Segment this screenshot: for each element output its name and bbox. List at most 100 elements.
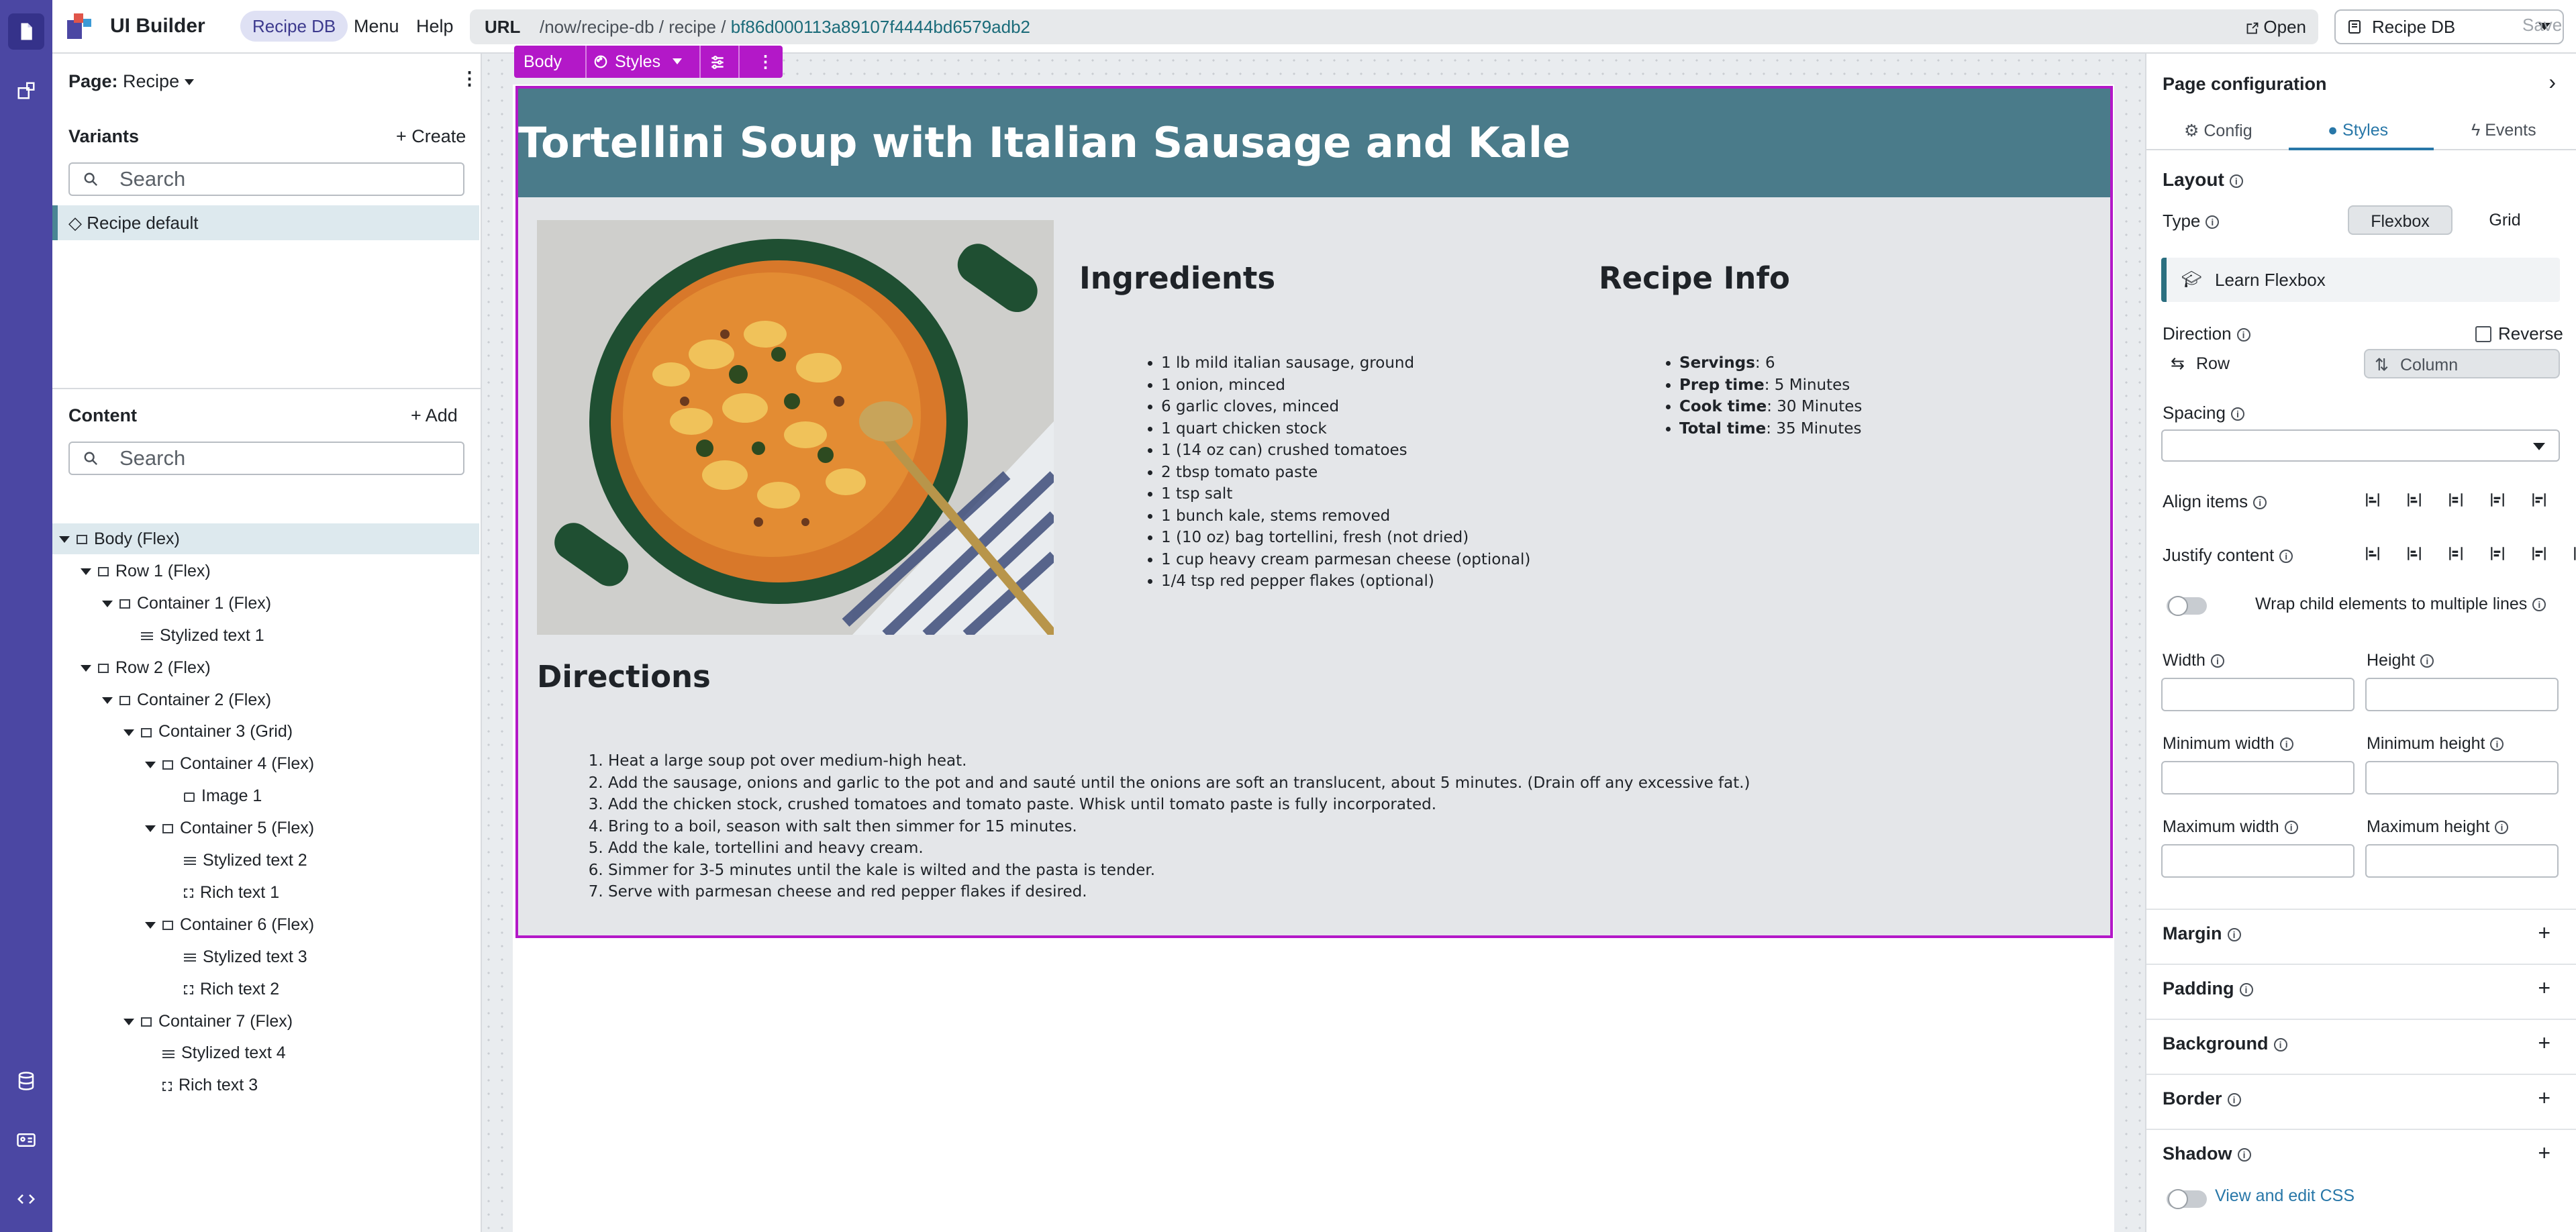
chevron-down-icon[interactable]	[81, 664, 91, 672]
tree-item[interactable]: Rich text 2	[52, 974, 479, 1005]
chevron-right-icon[interactable]: ›	[2548, 70, 2556, 95]
chevron-down-icon[interactable]	[145, 922, 156, 929]
chevron-down-icon[interactable]	[102, 697, 113, 704]
justify-around-icon[interactable]	[2530, 545, 2548, 562]
code-icon[interactable]	[8, 1181, 44, 1217]
tree-item[interactable]: Container 5 (Flex)	[52, 813, 479, 843]
height-input[interactable]	[2365, 678, 2559, 711]
tree-item[interactable]: Image 1	[52, 780, 479, 811]
justify-center-icon[interactable]	[2406, 545, 2423, 562]
page-icon[interactable]	[8, 13, 44, 50]
id-card-icon[interactable]	[8, 1122, 44, 1158]
tree-item[interactable]: Stylized text 2	[52, 845, 479, 876]
tab-events[interactable]: ϟ Events	[2471, 121, 2536, 140]
directions-title: Directions	[537, 659, 711, 695]
justify-end-icon[interactable]	[2447, 545, 2465, 562]
save-button[interactable]: Save	[2522, 15, 2562, 36]
max-width-input[interactable]	[2161, 844, 2355, 878]
align-start-icon[interactable]	[2406, 491, 2423, 509]
tree-item-label: Stylized text 3	[203, 947, 307, 966]
tree-item[interactable]: Stylized text 1	[52, 620, 479, 651]
tree-item[interactable]: Container 3 (Grid)	[52, 716, 479, 747]
tree-item[interactable]: Stylized text 3	[52, 941, 479, 972]
column-option[interactable]: ⇅ Column	[2364, 349, 2560, 378]
justify-start-icon[interactable]	[2364, 545, 2381, 562]
chevron-down-icon[interactable]	[59, 536, 70, 544]
variants-search-input[interactable]: Search	[68, 162, 464, 196]
url-bar[interactable]: URL /now/recipe-db / recipe / bf86d00011…	[470, 9, 2318, 44]
tree-item[interactable]: Container 1 (Flex)	[52, 588, 479, 619]
section-border[interactable]: Border i +	[2146, 1074, 2576, 1129]
components-icon[interactable]	[8, 72, 44, 109]
database-icon[interactable]	[8, 1063, 44, 1099]
plus-icon[interactable]: +	[2538, 1141, 2550, 1166]
row-option[interactable]: ⇆ Row	[2161, 349, 2356, 378]
settings-sliders-icon[interactable]	[709, 54, 726, 71]
section-padding[interactable]: Padding i +	[2146, 964, 2576, 1019]
ingredient-item: 1 (14 oz can) crushed tomatoes	[1161, 440, 1530, 462]
max-height-input[interactable]	[2365, 844, 2559, 878]
tree-item[interactable]: Stylized text 4	[52, 1037, 479, 1068]
tree-item[interactable]: Row 1 (Flex)	[52, 556, 479, 586]
element-label[interactable]: Body	[524, 46, 562, 78]
info-icon: i	[2227, 1092, 2241, 1107]
tab-config[interactable]: ⚙ Config	[2184, 121, 2252, 141]
panel-divider	[52, 388, 481, 389]
wrap-toggle[interactable]	[2167, 596, 2207, 616]
tree-item[interactable]: Rich text 1	[52, 877, 479, 908]
help-link[interactable]: Help	[416, 16, 454, 37]
grid-option[interactable]: Grid	[2465, 205, 2545, 235]
tree-item[interactable]: Container 6 (Flex)	[52, 909, 479, 940]
chevron-down-icon[interactable]	[145, 825, 156, 833]
url-hash[interactable]: bf86d000113a89107f4444bd6579adb2	[731, 17, 1030, 37]
align-baseline-icon[interactable]	[2530, 491, 2548, 509]
chevron-down-icon[interactable]	[123, 1018, 134, 1025]
chevron-down-icon[interactable]	[145, 761, 156, 768]
tree-item[interactable]: Rich text 3	[52, 1070, 479, 1100]
justify-evenly-icon[interactable]	[2572, 545, 2576, 562]
chevron-down-icon[interactable]	[123, 729, 134, 736]
align-end-icon[interactable]	[2489, 491, 2506, 509]
section-background[interactable]: Background i +	[2146, 1019, 2576, 1074]
min-height-input[interactable]	[2365, 761, 2559, 794]
tree-item[interactable]: Container 4 (Flex)	[52, 748, 479, 779]
body-container[interactable]: Tortellini Soup with Italian Sausage and…	[515, 86, 2113, 938]
css-toggle[interactable]	[2167, 1189, 2207, 1209]
page-selector[interactable]: Page: Recipe	[68, 71, 194, 92]
plus-icon[interactable]: +	[2538, 1031, 2550, 1056]
spacing-select[interactable]	[2161, 429, 2560, 462]
align-center-icon[interactable]	[2447, 491, 2465, 509]
plus-icon[interactable]: +	[2538, 1086, 2550, 1111]
tree-item[interactable]: Container 2 (Flex)	[52, 684, 479, 715]
plus-icon[interactable]: +	[2538, 921, 2550, 945]
more-options-icon[interactable]: ⋮	[460, 68, 479, 89]
tree-item-label: Row 1 (Flex)	[115, 561, 211, 580]
app-tag[interactable]: Recipe DB	[240, 11, 348, 42]
add-content-button[interactable]: + Add	[411, 405, 458, 426]
tree-item[interactable]: Container 7 (Flex)	[52, 1006, 479, 1037]
width-input[interactable]	[2161, 678, 2355, 711]
tree-item[interactable]: Body (Flex)	[52, 523, 479, 554]
reverse-checkbox[interactable]	[2475, 326, 2491, 342]
recipe-info-list: Servings: 6Prep time: 5 MinutesCook time…	[1679, 352, 1862, 440]
create-variant-button[interactable]: + Create	[396, 126, 466, 147]
tree-item[interactable]: Row 2 (Flex)	[52, 652, 479, 683]
align-stretch-icon[interactable]	[2364, 491, 2381, 509]
menu-link[interactable]: Menu	[354, 16, 399, 37]
content-search-input[interactable]: Search	[68, 442, 464, 475]
variant-item[interactable]: ◇ Recipe default	[52, 205, 479, 240]
chevron-down-icon[interactable]	[102, 601, 113, 608]
section-margin[interactable]: Margin i +	[2146, 909, 2576, 964]
open-button[interactable]: Open	[2246, 9, 2306, 44]
info-icon: i	[2210, 654, 2224, 668]
flexbox-option[interactable]: Flexbox	[2348, 205, 2453, 235]
min-width-input[interactable]	[2161, 761, 2355, 794]
view-css-link[interactable]: View and edit CSS	[2215, 1186, 2355, 1206]
plus-icon[interactable]: +	[2538, 976, 2550, 1000]
section-shadow[interactable]: Shadow i +	[2146, 1129, 2576, 1184]
learn-flexbox-banner[interactable]: 🎓︎ Learn Flexbox	[2161, 258, 2560, 302]
justify-between-icon[interactable]	[2489, 545, 2506, 562]
more-options-icon[interactable]: ⋮	[757, 46, 774, 78]
tab-styles[interactable]: ● Styles	[2328, 121, 2388, 140]
chevron-down-icon[interactable]	[81, 568, 91, 576]
